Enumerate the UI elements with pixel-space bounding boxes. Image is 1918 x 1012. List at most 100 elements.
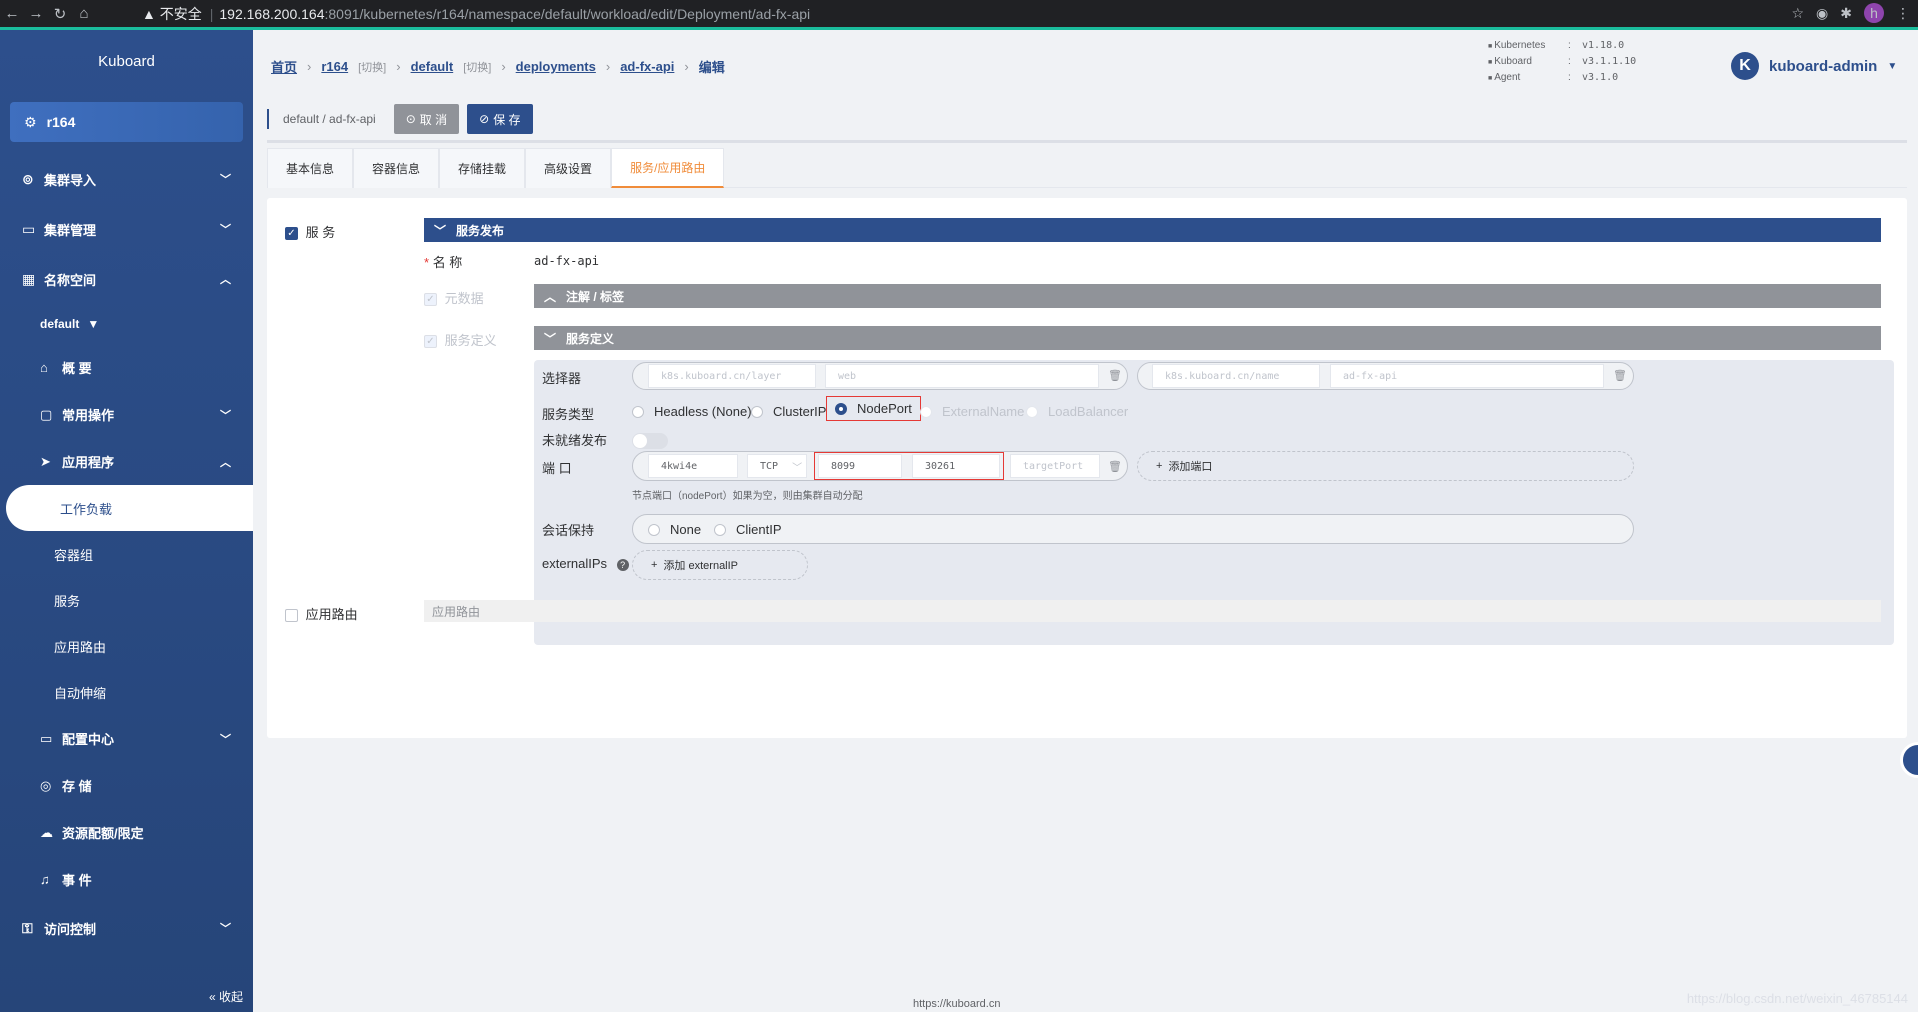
switch-hint[interactable]: [切换] xyxy=(463,59,491,75)
arrow-left-icon[interactable]: ← xyxy=(0,5,24,22)
selector-key-input[interactable]: k8s.kuboard.cn/layer xyxy=(648,364,816,388)
selector-key-input[interactable]: k8s.kuboard.cn/name xyxy=(1152,364,1320,388)
user-menu[interactable]: K kuboard-admin ▼ xyxy=(1731,52,1897,80)
tab-basic-info[interactable]: 基本信息 xyxy=(267,148,354,188)
sidebar-item-events[interactable]: ♫ 事 件 xyxy=(0,856,253,903)
sidebar-item-label: 存 储 xyxy=(62,779,92,794)
tab-storage-mount[interactable]: 存储挂载 xyxy=(439,148,526,188)
add-port-label: 添加端口 xyxy=(1168,461,1213,473)
sidebar-item-services[interactable]: 服务 xyxy=(0,577,253,623)
footer-url[interactable]: https://kuboard.cn xyxy=(913,998,1000,1010)
arrow-right-icon[interactable]: → xyxy=(24,5,48,22)
breadcrumb-cluster[interactable]: r164 xyxy=(321,59,348,74)
cancel-button[interactable]: ⊙ 取 消 xyxy=(393,104,460,134)
service-checkbox[interactable]: ✓ 服 务 xyxy=(285,222,335,241)
namespace-selector[interactable]: default ▼ xyxy=(0,304,253,344)
chevron-right-icon: › xyxy=(605,59,611,74)
radio-nodeport[interactable]: NodePort xyxy=(826,396,921,421)
circle-x-icon: ⊙ xyxy=(405,112,416,126)
radio-session-clientip[interactable]: ClientIP xyxy=(714,522,782,537)
address-bar[interactable]: ▲ 不安全 | 192.168.200.164 :8091/kubernetes… xyxy=(142,3,1742,25)
sidebar-item-access-control[interactable]: ⚿ 访问控制 ﹀ xyxy=(0,903,253,953)
plus-icon: + xyxy=(651,559,658,571)
chevron-down-icon: ﹀ xyxy=(220,174,231,186)
port-protocol-select[interactable]: TCP ﹀ xyxy=(747,454,807,478)
cluster-selector[interactable]: ⚙ r164 xyxy=(10,102,243,142)
breadcrumb-deployments[interactable]: deployments xyxy=(516,59,596,74)
star-icon[interactable]: ☆ xyxy=(1791,5,1804,22)
sidebar-item-overview[interactable]: ⌂ 概 要 xyxy=(0,344,253,391)
checkbox-empty-icon xyxy=(285,609,298,623)
checkbox-checked-icon: ✓ xyxy=(285,227,298,241)
sidebar-item-storage[interactable]: ◎ 存 储 xyxy=(0,762,253,809)
tab-service-ingress[interactable]: 服务/应用路由 xyxy=(611,148,725,188)
trash-icon[interactable]: 🗑 xyxy=(1108,369,1122,382)
chevron-right-icon: › xyxy=(307,59,312,74)
namespace-current: default xyxy=(40,317,80,331)
chevron-right-icon: › xyxy=(501,59,506,74)
reload-icon[interactable]: ↻ xyxy=(48,5,72,23)
port-name-input[interactable]: 4kwi4e xyxy=(648,454,738,478)
sidebar-item-cluster-import[interactable]: ⊚ 集群导入 ﹀ xyxy=(0,154,253,204)
home-icon[interactable]: ⌂ xyxy=(72,5,96,22)
more-menu-icon[interactable]: ⋮ xyxy=(1896,5,1910,22)
sidebar-item-namespace[interactable]: ▦ 名称空间 ︿ xyxy=(0,254,253,304)
sidebar-item-ingress[interactable]: 应用路由 xyxy=(0,623,253,669)
folder-icon: ▢ xyxy=(40,406,53,422)
sidebar-item-cluster-manage[interactable]: ▭ 集群管理 ﹀ xyxy=(0,204,253,254)
profile-avatar[interactable]: h xyxy=(1864,3,1884,23)
sidebar-item-pods[interactable]: 容器组 xyxy=(0,531,253,577)
selector-value-input[interactable]: ad-fx-api xyxy=(1330,364,1604,388)
svcdef-header[interactable]: ﹀ 服务定义 xyxy=(534,326,1881,350)
chevron-up-icon: ︿ xyxy=(220,274,231,286)
browser-toolbar: ← → ↻ ⌂ ▲ 不安全 | 192.168.200.164 :8091/ku… xyxy=(0,0,1918,27)
radio-label: ClusterIP xyxy=(773,404,827,419)
radio-clusterip[interactable]: ClusterIP xyxy=(751,404,826,419)
add-externalip-button[interactable]: + 添加 externalIP xyxy=(632,550,808,580)
radio-session-none[interactable]: None xyxy=(648,522,701,537)
version-value: v1.18.0 xyxy=(1582,40,1625,51)
service-publish-header[interactable]: ﹀ 服务发布 xyxy=(424,218,1881,242)
extension-circle-icon[interactable]: ◉ xyxy=(1816,5,1828,22)
switch-hint[interactable]: [切换] xyxy=(358,59,386,75)
sidebar-item-label: 工作负载 xyxy=(60,501,113,517)
unready-toggle[interactable] xyxy=(632,433,668,449)
sidebar-collapse-button[interactable]: « 收起 xyxy=(209,988,243,1012)
ingress-checkbox[interactable]: 应用路由 xyxy=(285,604,358,623)
sidebar-item-label: 资源配额/限定 xyxy=(62,826,144,841)
cluster-name: r164 xyxy=(46,114,76,130)
radio-headless[interactable]: Headless (None) xyxy=(632,404,752,419)
add-port-button[interactable]: + 添加端口 xyxy=(1137,451,1634,481)
help-icon[interactable]: ? xyxy=(616,559,629,571)
trash-icon[interactable]: 🗑 xyxy=(1613,369,1627,382)
sidebar-item-apps[interactable]: ➤ 应用程序 ︿ xyxy=(0,438,253,485)
tab-advanced[interactable]: 高级设置 xyxy=(525,148,612,188)
sidebar-item-workload[interactable]: 工作负载 xyxy=(6,485,253,531)
bell-icon: ♫ xyxy=(40,872,50,887)
breadcrumb-home[interactable]: 首页 xyxy=(271,57,297,76)
annotations-header[interactable]: ︿ 注解 / 标签 xyxy=(534,284,1881,308)
sidebar-item-config-center[interactable]: ▭ 配置中心 ﹀ xyxy=(0,715,253,762)
port-input[interactable]: 8099 xyxy=(818,454,902,478)
breadcrumb-workload-name[interactable]: ad-fx-api xyxy=(620,59,674,74)
nodeport-input[interactable]: 30261 xyxy=(912,454,1000,478)
sidebar-item-autoscale[interactable]: 自动伸缩 xyxy=(0,669,253,715)
chevron-down-icon: ﹀ xyxy=(792,462,803,474)
chevron-up-icon: ︿ xyxy=(220,456,231,469)
save-button[interactable]: ⊘ 保 存 xyxy=(467,104,533,134)
briefcase-icon: ▭ xyxy=(22,220,36,237)
trash-icon[interactable]: 🗑 xyxy=(1108,460,1122,473)
chevron-right-icon: › xyxy=(396,59,401,74)
sidebar-item-label: 访问控制 xyxy=(44,921,97,937)
tab-container-info[interactable]: 容器信息 xyxy=(353,148,440,188)
puzzle-icon[interactable]: ✱ xyxy=(1840,5,1852,22)
targetport-input[interactable]: targetPort xyxy=(1010,454,1100,478)
tab-bar: 基本信息 容器信息 存储挂载 高级设置 服务/应用路由 xyxy=(267,148,1907,188)
chat-bubble-icon[interactable] xyxy=(1900,742,1918,778)
selector-value-input[interactable]: web xyxy=(825,364,1099,388)
sidebar-item-common-ops[interactable]: ▢ 常用操作 ﹀ xyxy=(0,391,253,438)
radio-icon xyxy=(714,523,726,536)
breadcrumb-namespace[interactable]: default xyxy=(411,59,454,74)
protocol-value: TCP xyxy=(760,460,779,472)
sidebar-item-quota[interactable]: ☁ 资源配额/限定 xyxy=(0,809,253,856)
